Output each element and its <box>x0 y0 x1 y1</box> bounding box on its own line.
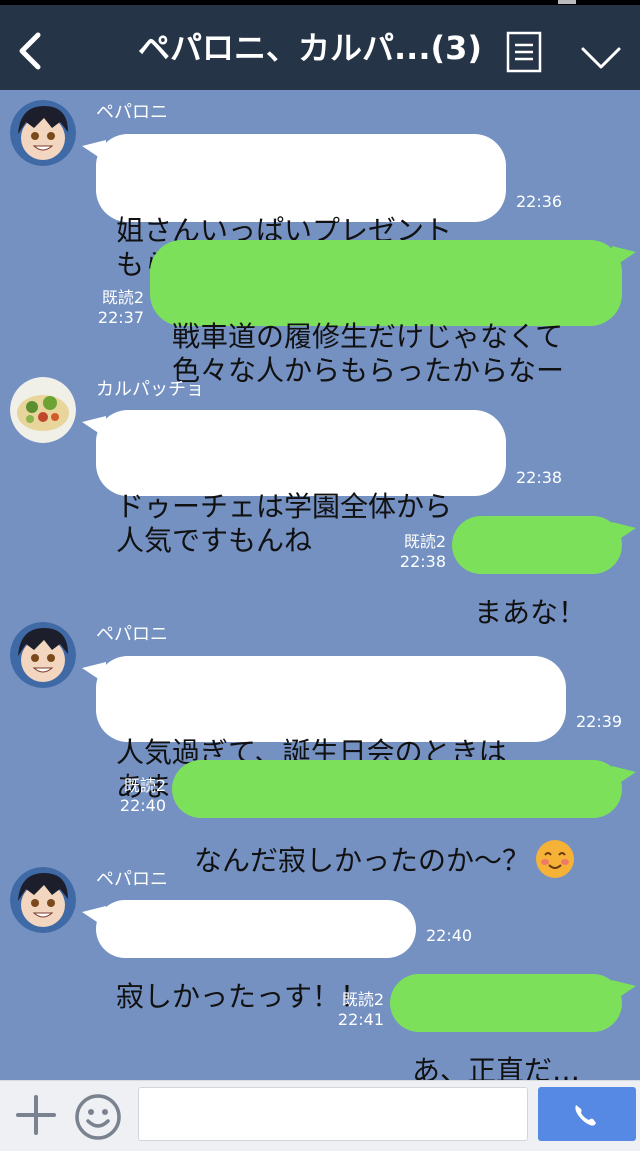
message-time: 22:40 <box>426 926 473 945</box>
message-time: 22:40 <box>119 796 166 815</box>
plus-icon[interactable] <box>14 1093 58 1137</box>
battery-icon <box>558 0 576 4</box>
message-bubble-outgoing[interactable]: なんだ寂しかったのか～？ <box>172 760 636 878</box>
message-meta: 既読2 22:41 <box>328 990 384 1030</box>
message-input[interactable] <box>138 1087 528 1141</box>
chevron-down-icon[interactable] <box>580 45 622 71</box>
message-meta: 既読2 22:40 <box>110 776 166 816</box>
smiley-icon[interactable] <box>74 1093 122 1141</box>
list-icon[interactable] <box>506 31 542 73</box>
phone-icon <box>575 1105 596 1126</box>
sender-name: カルパッチョ <box>96 379 204 400</box>
message-time: 22:37 <box>97 308 144 327</box>
sender-name: ペパロニ <box>96 102 168 123</box>
message-bubble-outgoing[interactable]: あ、正直だ… <box>390 974 636 1087</box>
message-time: 22:39 <box>576 712 623 731</box>
message-meta: 既読2 22:37 <box>88 288 144 328</box>
message-bubble-incoming[interactable]: ドゥーチェは学園全体から 人気ですもんね <box>82 410 506 557</box>
avatar-pepperoni[interactable] <box>10 100 76 166</box>
message-bubble-outgoing[interactable]: 戦車道の履修生だけじゃなくて 色々な人からもらったからなー <box>150 240 636 387</box>
chevron-left-icon[interactable] <box>14 31 46 71</box>
read-receipt: 既読2 <box>101 288 144 307</box>
message-text: まあな！ <box>474 596 587 629</box>
read-receipt: 既読2 <box>403 532 446 551</box>
sender-name: ペパロニ <box>96 869 168 890</box>
message-time: 22:41 <box>337 1010 384 1029</box>
chat-header: ペパロニ、カルパ...(3) <box>0 5 640 90</box>
avatar-carpaccio[interactable] <box>10 377 76 443</box>
chat-title: ペパロニ、カルパ...(3) <box>138 29 482 67</box>
read-receipt: 既読2 <box>341 990 384 1009</box>
avatar-pepperoni[interactable] <box>10 622 76 688</box>
smiling-face-icon <box>536 840 575 878</box>
message-time: 22:38 <box>516 468 563 487</box>
message-text: 戦車道の履修生だけじゃなくて 色々な人からもらったからなー <box>172 320 565 387</box>
call-button[interactable] <box>538 1087 636 1141</box>
message-bubble-incoming[interactable]: 人気過ぎて、誕生日会のときは あまり話せなかったっすけどね <box>82 656 566 803</box>
message-time: 22:38 <box>399 552 446 571</box>
message-text: なんだ寂しかったのか～？ <box>194 844 531 877</box>
read-receipt: 既読2 <box>123 776 166 795</box>
avatar-pepperoni[interactable] <box>10 867 76 933</box>
message-bubble-outgoing[interactable]: まあな！ <box>452 516 636 629</box>
message-input-bar <box>0 1080 640 1151</box>
sender-name: ペパロニ <box>96 624 168 645</box>
message-bubble-incoming[interactable]: 寂しかったっす！！ <box>82 900 416 1013</box>
message-meta: 既読2 22:38 <box>390 532 446 572</box>
message-time: 22:36 <box>516 192 563 211</box>
message-bubble-incoming[interactable]: 姐さんいっぱいプレゼント もらってましたね！ <box>82 134 506 281</box>
